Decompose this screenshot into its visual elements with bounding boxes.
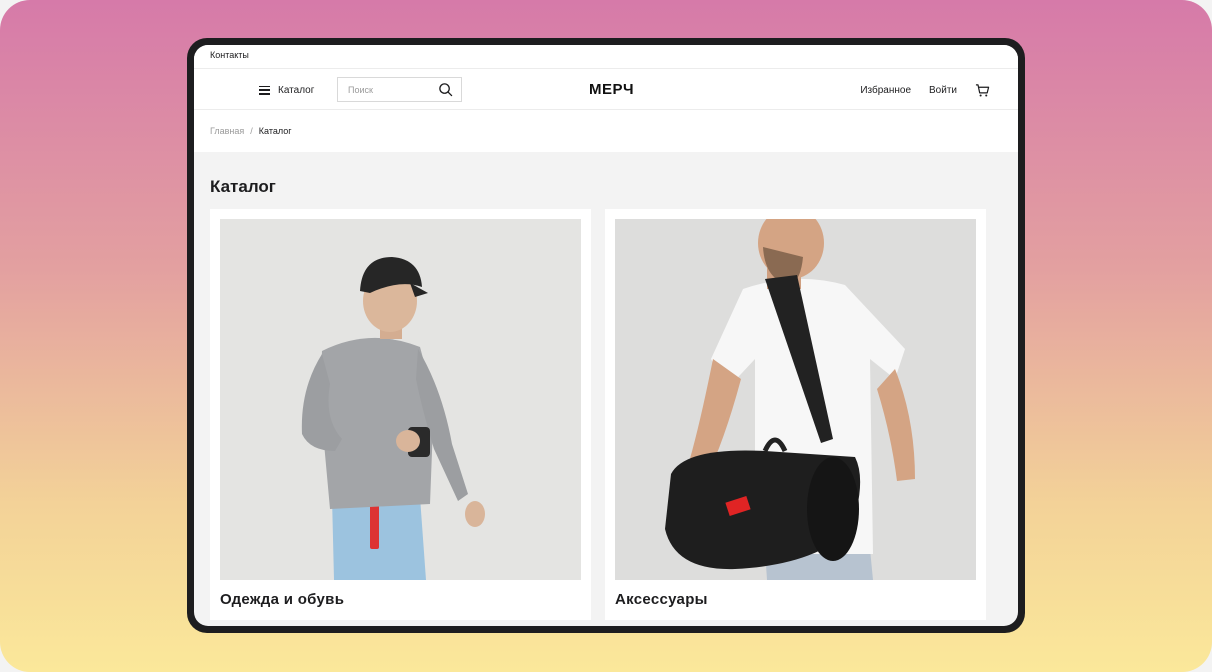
page-title: Каталог [210,177,276,196]
background-gradient: Контакты Каталог МЕРЧ Избранное [0,0,1212,672]
catalog-menu-label: Каталог [278,84,315,96]
cart-icon[interactable] [975,83,990,98]
category-image-accessories [615,219,976,580]
site-header: Каталог МЕРЧ Избранное Войти [194,69,1018,110]
breadcrumb-current: Каталог [258,126,292,136]
contacts-link[interactable]: Контакты [210,50,249,60]
top-bar: Контакты [194,45,1018,69]
category-image-clothing [220,219,581,580]
search-box [337,77,462,102]
breadcrumb-home[interactable]: Главная [210,126,244,136]
category-card-accessories[interactable]: Аксессуары [605,209,986,620]
menu-icon [259,85,270,95]
favorites-link[interactable]: Избранное [860,85,911,96]
search-icon[interactable] [438,82,453,97]
category-card-clothing[interactable]: Одежда и обувь [210,209,591,620]
browser-viewport: Контакты Каталог МЕРЧ Избранное [194,45,1018,626]
login-link[interactable]: Войти [929,85,957,96]
site-logo[interactable]: МЕРЧ [589,81,634,98]
breadcrumb-separator: / [250,126,253,136]
category-name: Аксессуары [615,591,708,608]
category-name: Одежда и обувь [220,591,345,608]
catalog-menu-button[interactable]: Каталог [259,81,314,99]
breadcrumb-bar: Главная / Каталог [194,110,1018,152]
search-input[interactable] [338,78,433,101]
device-frame: Контакты Каталог МЕРЧ Избранное [187,38,1025,633]
header-nav: Избранное Войти [860,81,990,99]
breadcrumb: Главная / Каталог [210,126,292,136]
